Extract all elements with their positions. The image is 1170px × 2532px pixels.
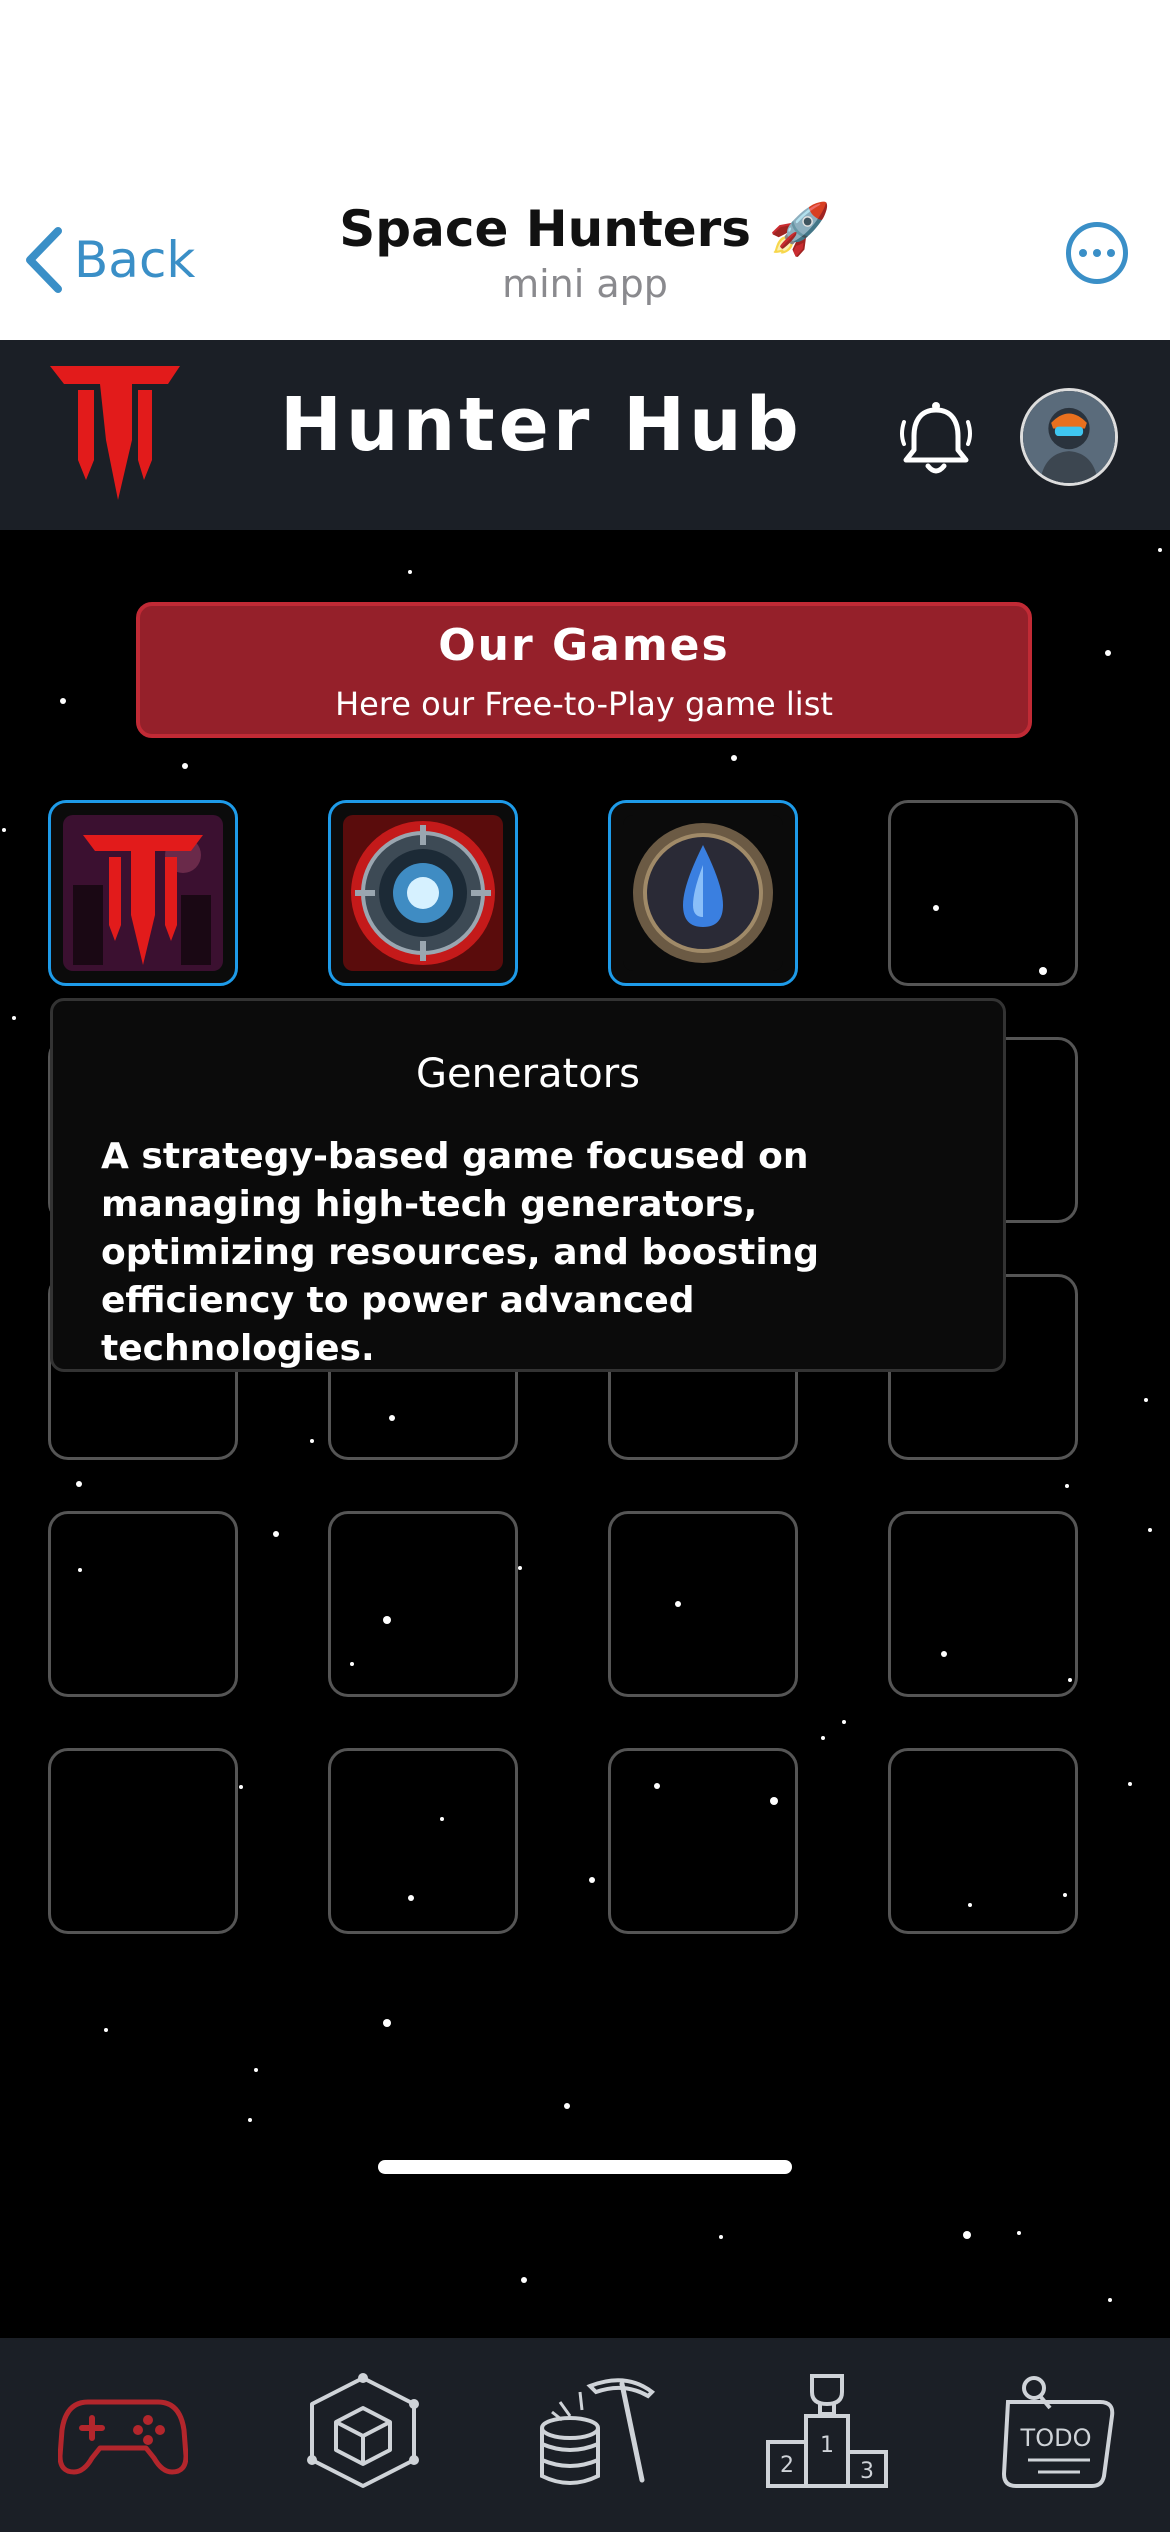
hunter-logo-icon[interactable] (48, 360, 182, 508)
more-options-button[interactable] (1066, 222, 1128, 284)
dot-icon (1107, 249, 1115, 257)
hunter-logo-icon (63, 815, 223, 971)
nav-tasks[interactable]: TODO (994, 2372, 1124, 2492)
game-tile-space-hunters[interactable] (48, 800, 238, 986)
game-description-tooltip: Generators A strategy-based game focused… (50, 998, 1006, 1372)
mini-app-title: Space Hunters 🚀 (339, 200, 831, 258)
nav-assets[interactable] (298, 2372, 428, 2492)
avatar-icon (1023, 391, 1115, 483)
app-title: Hunter Hub (280, 382, 803, 468)
app-container: Hunter Hub Our Games Here our Free-to-Pl… (0, 340, 1170, 2532)
empty-game-slot (888, 1511, 1078, 1697)
empty-game-slot (328, 1511, 518, 1697)
todo-icon: TODO (1001, 2376, 1115, 2488)
tooltip-title: Generators (416, 1051, 640, 1097)
empty-game-slot (888, 800, 1078, 986)
empty-game-slot (608, 1511, 798, 1697)
cube-icon (307, 2373, 419, 2488)
tooltip-description: A strategy-based game focused on managin… (101, 1136, 820, 1369)
empty-game-slot (48, 1511, 238, 1697)
potion-drop-icon (623, 815, 783, 971)
home-indicator[interactable] (378, 2160, 792, 2174)
mini-app-subtitle: mini app (502, 262, 668, 306)
our-games-banner: Our Games Here our Free-to-Play game lis… (136, 602, 1032, 738)
nav-leaderboard[interactable]: 1 2 3 (762, 2372, 892, 2492)
svg-text:TODO: TODO (1020, 2424, 1092, 2452)
bottom-navigation: 1 2 3 TODO (0, 2338, 1170, 2532)
svg-text:3: 3 (860, 2459, 874, 2484)
mining-icon (540, 2378, 656, 2485)
empty-game-slot (888, 1748, 1078, 1934)
dot-icon (1079, 249, 1087, 257)
energy-core-icon (343, 815, 503, 971)
svg-text:2: 2 (780, 2453, 794, 2478)
nav-games[interactable] (57, 2372, 189, 2492)
telegram-header: Back Space Hunters 🚀 mini app (0, 170, 1170, 340)
user-avatar[interactable] (1020, 388, 1118, 486)
leaderboard-icon: 1 2 3 (766, 2374, 888, 2488)
empty-game-slot (48, 1748, 238, 1934)
dot-icon (1093, 249, 1101, 257)
nav-mining[interactable] (530, 2372, 660, 2492)
game-tile-generators[interactable] (328, 800, 518, 986)
app-header: Hunter Hub (0, 340, 1170, 530)
notification-bell-icon[interactable] (898, 400, 974, 478)
game-tile-alchemy[interactable] (608, 800, 798, 986)
svg-text:1: 1 (820, 2433, 834, 2458)
empty-game-slot (608, 1748, 798, 1934)
banner-title: Our Games (438, 620, 730, 671)
banner-subtitle: Here our Free-to-Play game list (335, 685, 833, 723)
empty-game-slot (328, 1748, 518, 1934)
gamepad-icon (57, 2399, 189, 2475)
